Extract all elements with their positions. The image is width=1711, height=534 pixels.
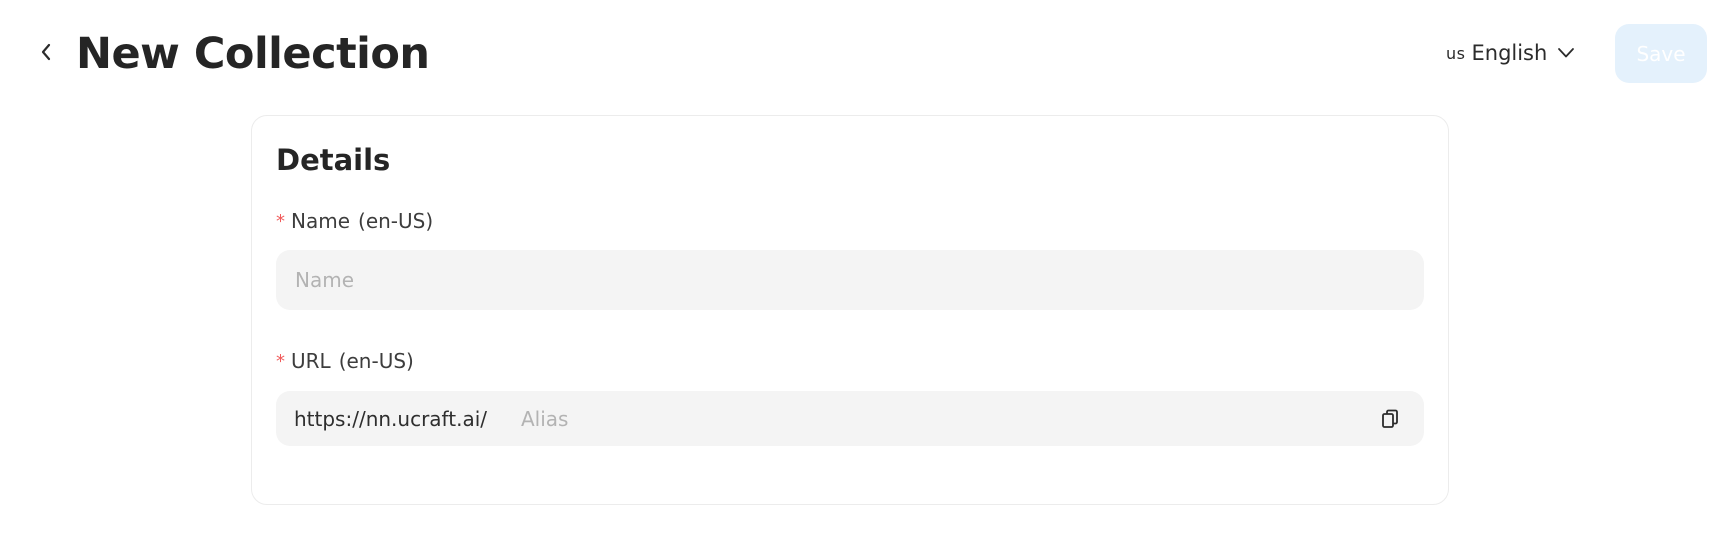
- save-button[interactable]: Save: [1615, 24, 1707, 83]
- url-locale: (en-US): [338, 349, 414, 373]
- chevron-down-icon: [1558, 48, 1575, 58]
- section-title: Details: [276, 143, 391, 177]
- us-flag-icon: us: [1446, 43, 1466, 63]
- back-button[interactable]: [34, 40, 58, 64]
- url-field-label: * URL (en-US): [276, 349, 414, 373]
- page-title: New Collection: [76, 29, 430, 79]
- url-field: https://nn.ucraft.ai/: [276, 391, 1424, 446]
- url-prefix: https://nn.ucraft.ai/: [294, 406, 487, 431]
- copy-url-button[interactable]: [1376, 405, 1404, 433]
- url-label-text: URL: [291, 349, 331, 373]
- language-label: English: [1471, 41, 1548, 65]
- copy-icon: [1382, 409, 1398, 428]
- chevron-left-icon: [41, 43, 51, 61]
- name-label-text: Name: [291, 209, 351, 233]
- language-select[interactable]: us English: [1446, 36, 1575, 70]
- name-locale: (en-US): [358, 209, 434, 233]
- name-input[interactable]: [276, 250, 1424, 310]
- required-indicator: *: [276, 210, 285, 232]
- required-indicator: *: [276, 350, 285, 372]
- details-card: Details * Name (en-US) * URL (en-US) htt…: [251, 115, 1449, 505]
- alias-input[interactable]: [519, 397, 1376, 440]
- name-field-label: * Name (en-US): [276, 209, 433, 233]
- page-header: New Collection us English Save: [0, 0, 1711, 110]
